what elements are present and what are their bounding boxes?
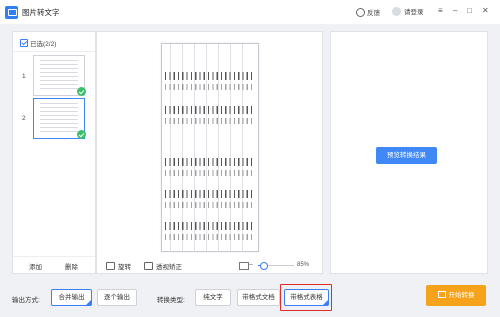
divider bbox=[13, 51, 95, 52]
zoom-slider-handle[interactable] bbox=[260, 262, 269, 270]
delete-button[interactable]: 删除 bbox=[65, 261, 78, 271]
title-bar: 图片转文字 反馈 请登录 ≡ – □ ✕ bbox=[0, 0, 500, 24]
individual-output-option[interactable]: 逐个输出 bbox=[97, 289, 137, 306]
plain-text-option[interactable]: 纯文字 bbox=[195, 289, 231, 306]
zoom-value: 85% bbox=[297, 262, 310, 268]
login-button[interactable]: 请登录 bbox=[392, 6, 424, 16]
document-preview-image bbox=[161, 43, 259, 252]
rotate-icon bbox=[106, 262, 115, 270]
rotate-label: 旋转 bbox=[118, 264, 131, 271]
feedback-label: 反馈 bbox=[367, 10, 380, 17]
start-convert-label: 开始转换 bbox=[448, 292, 475, 299]
close-button[interactable]: ✕ bbox=[482, 6, 489, 15]
app-logo-icon bbox=[5, 6, 18, 19]
page-list-footer: 添加 删除 bbox=[13, 256, 95, 274]
preview-result-button[interactable]: 预览转换结果 bbox=[376, 147, 437, 164]
maximize-button[interactable]: □ bbox=[467, 6, 472, 15]
perspective-correct-button[interactable]: 透视矫正 bbox=[144, 261, 182, 271]
check-circle-icon bbox=[77, 87, 86, 96]
page-number: 1 bbox=[22, 73, 26, 80]
merge-output-option[interactable]: 合并输出 bbox=[51, 289, 92, 306]
avatar bbox=[392, 7, 401, 16]
feedback-button[interactable]: 反馈 bbox=[356, 7, 380, 17]
perspective-label: 透视矫正 bbox=[156, 264, 182, 271]
feedback-icon bbox=[356, 8, 365, 17]
convert-icon bbox=[437, 291, 446, 298]
login-label: 请登录 bbox=[404, 9, 424, 16]
thumbnail-content bbox=[40, 103, 78, 134]
page-list-panel: 已选(2/2) 1 2 添加 删除 bbox=[12, 31, 96, 274]
image-preview-panel: 旋转 透视矫正 – 85% bbox=[96, 31, 323, 274]
start-convert-button[interactable]: 开始转换 bbox=[426, 285, 486, 306]
check-circle-icon bbox=[77, 130, 86, 139]
menu-icon[interactable]: ≡ bbox=[438, 6, 443, 15]
rotate-button[interactable]: 旋转 bbox=[106, 261, 131, 271]
formatted-table-option[interactable]: 带格式表格 bbox=[284, 289, 329, 306]
app-title: 图片转文字 bbox=[22, 8, 60, 17]
page-number: 2 bbox=[22, 115, 26, 122]
select-all-checkbox[interactable] bbox=[20, 39, 28, 47]
fit-to-window-icon[interactable] bbox=[239, 262, 249, 270]
output-mode-label: 输出方式: bbox=[12, 297, 40, 304]
thumbnail-content bbox=[40, 60, 78, 91]
formatted-document-option[interactable]: 带格式文档 bbox=[237, 289, 280, 306]
convert-type-label: 转换类型: bbox=[157, 297, 185, 304]
add-button[interactable]: 添加 bbox=[29, 261, 42, 271]
zoom-out-button[interactable]: – bbox=[249, 261, 253, 268]
select-all-label[interactable]: 已选(2/2) bbox=[30, 38, 56, 48]
perspective-icon bbox=[144, 262, 153, 270]
minimize-button[interactable]: – bbox=[453, 6, 457, 15]
